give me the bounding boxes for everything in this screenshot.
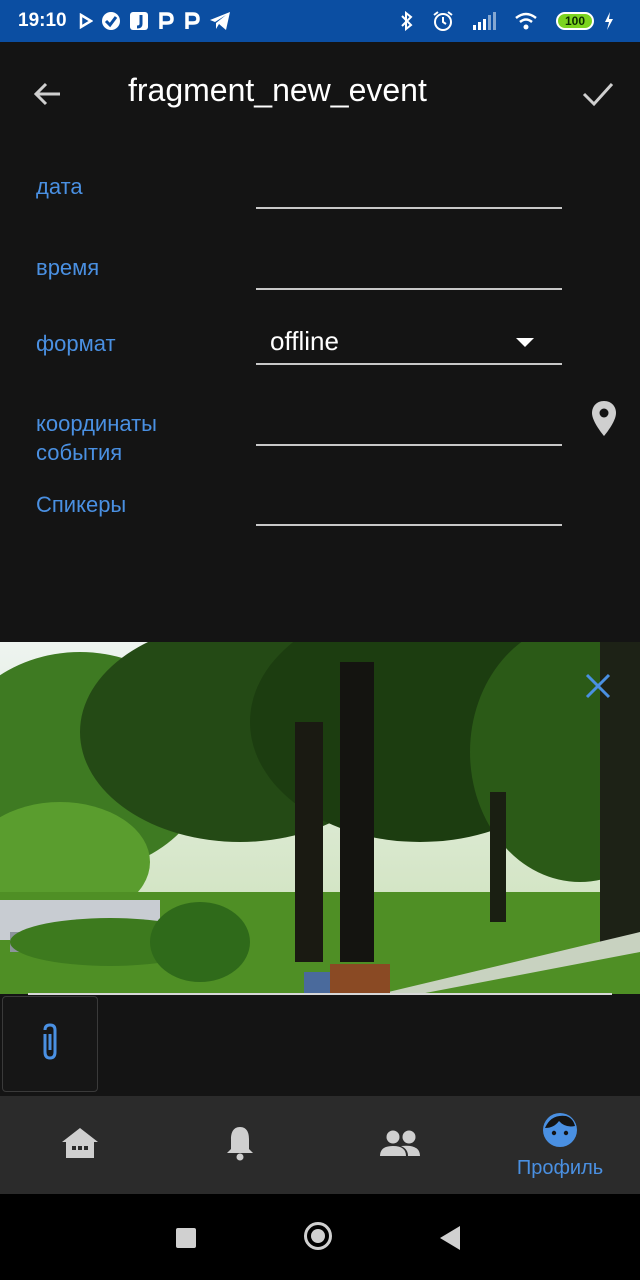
charging-icon — [604, 12, 614, 30]
wifi-icon — [514, 12, 538, 30]
people-icon — [379, 1129, 421, 1161]
nav-item-profile-label: Профиль — [516, 1156, 604, 1179]
page-title: fragment_new_event — [128, 72, 427, 108]
coords-field[interactable] — [256, 444, 562, 446]
p-icon — [183, 11, 201, 31]
p-icon — [157, 11, 175, 31]
app-bar: fragment_new_event — [0, 42, 640, 146]
paperclip-icon — [37, 1022, 63, 1066]
signal-icon — [472, 12, 496, 30]
bell-icon — [224, 1125, 256, 1165]
bottom-navigation: Профиль — [0, 1096, 640, 1194]
date-field[interactable] — [256, 207, 562, 209]
chevron-down-icon[interactable] — [516, 338, 534, 347]
speakers-label: Спикеры — [36, 492, 127, 517]
location-pin-icon[interactable] — [590, 400, 618, 438]
battery-indicator: 100 — [556, 12, 594, 30]
bluetooth-icon — [400, 11, 414, 31]
profile-face-icon — [541, 1111, 579, 1153]
format-dropdown[interactable] — [256, 363, 562, 365]
back-triangle-icon[interactable] — [440, 1226, 460, 1250]
nav-item-home[interactable] — [0, 1096, 160, 1194]
home-button-icon[interactable] — [304, 1222, 332, 1250]
status-bar: 19:10 100 — [0, 0, 640, 42]
park-image — [0, 642, 640, 994]
j-icon — [129, 11, 149, 31]
alarm-icon — [432, 10, 454, 32]
nav-item-notifications[interactable] — [160, 1096, 320, 1194]
format-label: формат — [36, 331, 116, 356]
home-icon — [60, 1126, 100, 1164]
coords-label-line2: события — [36, 440, 123, 465]
event-photo — [0, 642, 640, 994]
attach-button[interactable] — [2, 996, 98, 1092]
nav-item-people[interactable] — [320, 1096, 480, 1194]
cast-icon — [79, 13, 93, 29]
status-time: 19:10 — [18, 10, 67, 31]
nav-item-profile[interactable]: Профиль — [480, 1096, 640, 1194]
time-field[interactable] — [256, 288, 562, 290]
coords-label: координаты события — [36, 409, 157, 467]
time-label: время — [36, 255, 100, 280]
check-icon — [101, 11, 121, 31]
close-icon[interactable] — [584, 672, 612, 700]
divider — [28, 993, 612, 995]
telegram-icon — [209, 11, 231, 31]
speakers-field[interactable] — [256, 524, 562, 526]
arrow-left-icon[interactable] — [30, 76, 66, 112]
format-dropdown-value[interactable]: offline — [270, 326, 339, 357]
check-icon[interactable] — [578, 76, 618, 112]
date-label: дата — [36, 174, 83, 199]
recents-icon[interactable] — [176, 1228, 196, 1248]
coords-label-line1: координаты — [36, 411, 157, 436]
